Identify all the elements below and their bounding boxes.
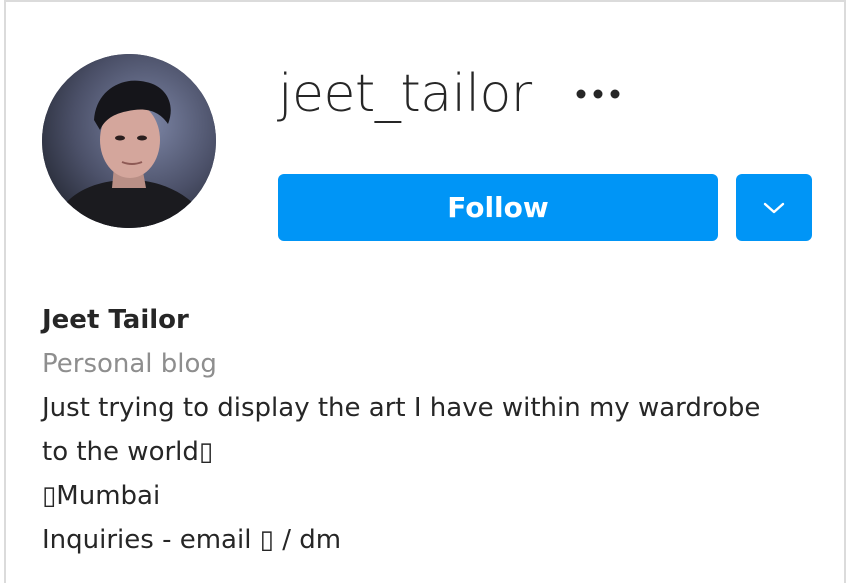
bio-line: to the world▯ [42, 437, 214, 467]
full-name: Jeet Tailor [42, 305, 189, 335]
bio-line: ▯Mumbai [42, 481, 161, 511]
bio-line: Inquiries - email ▯ / dm [42, 525, 342, 555]
category-label: Personal blog [42, 349, 217, 379]
chevron-down-icon [763, 202, 785, 213]
follow-button[interactable]: Follow [278, 174, 718, 241]
bio-line: Just trying to display the art I have wi… [42, 393, 761, 423]
follow-button-label: Follow [447, 191, 549, 224]
avatar-image [42, 54, 216, 228]
more-options-button[interactable] [568, 76, 628, 112]
avatar[interactable] [42, 54, 216, 228]
suggested-accounts-dropdown-button[interactable] [736, 174, 812, 241]
profile-card: jeet_tailor Follow Jeet Tailor Personal … [4, 0, 846, 583]
profile-bio: Jeet Tailor Personal blog Just trying to… [42, 298, 832, 562]
username: jeet_tailor [278, 64, 532, 124]
more-horizontal-icon [576, 89, 620, 99]
